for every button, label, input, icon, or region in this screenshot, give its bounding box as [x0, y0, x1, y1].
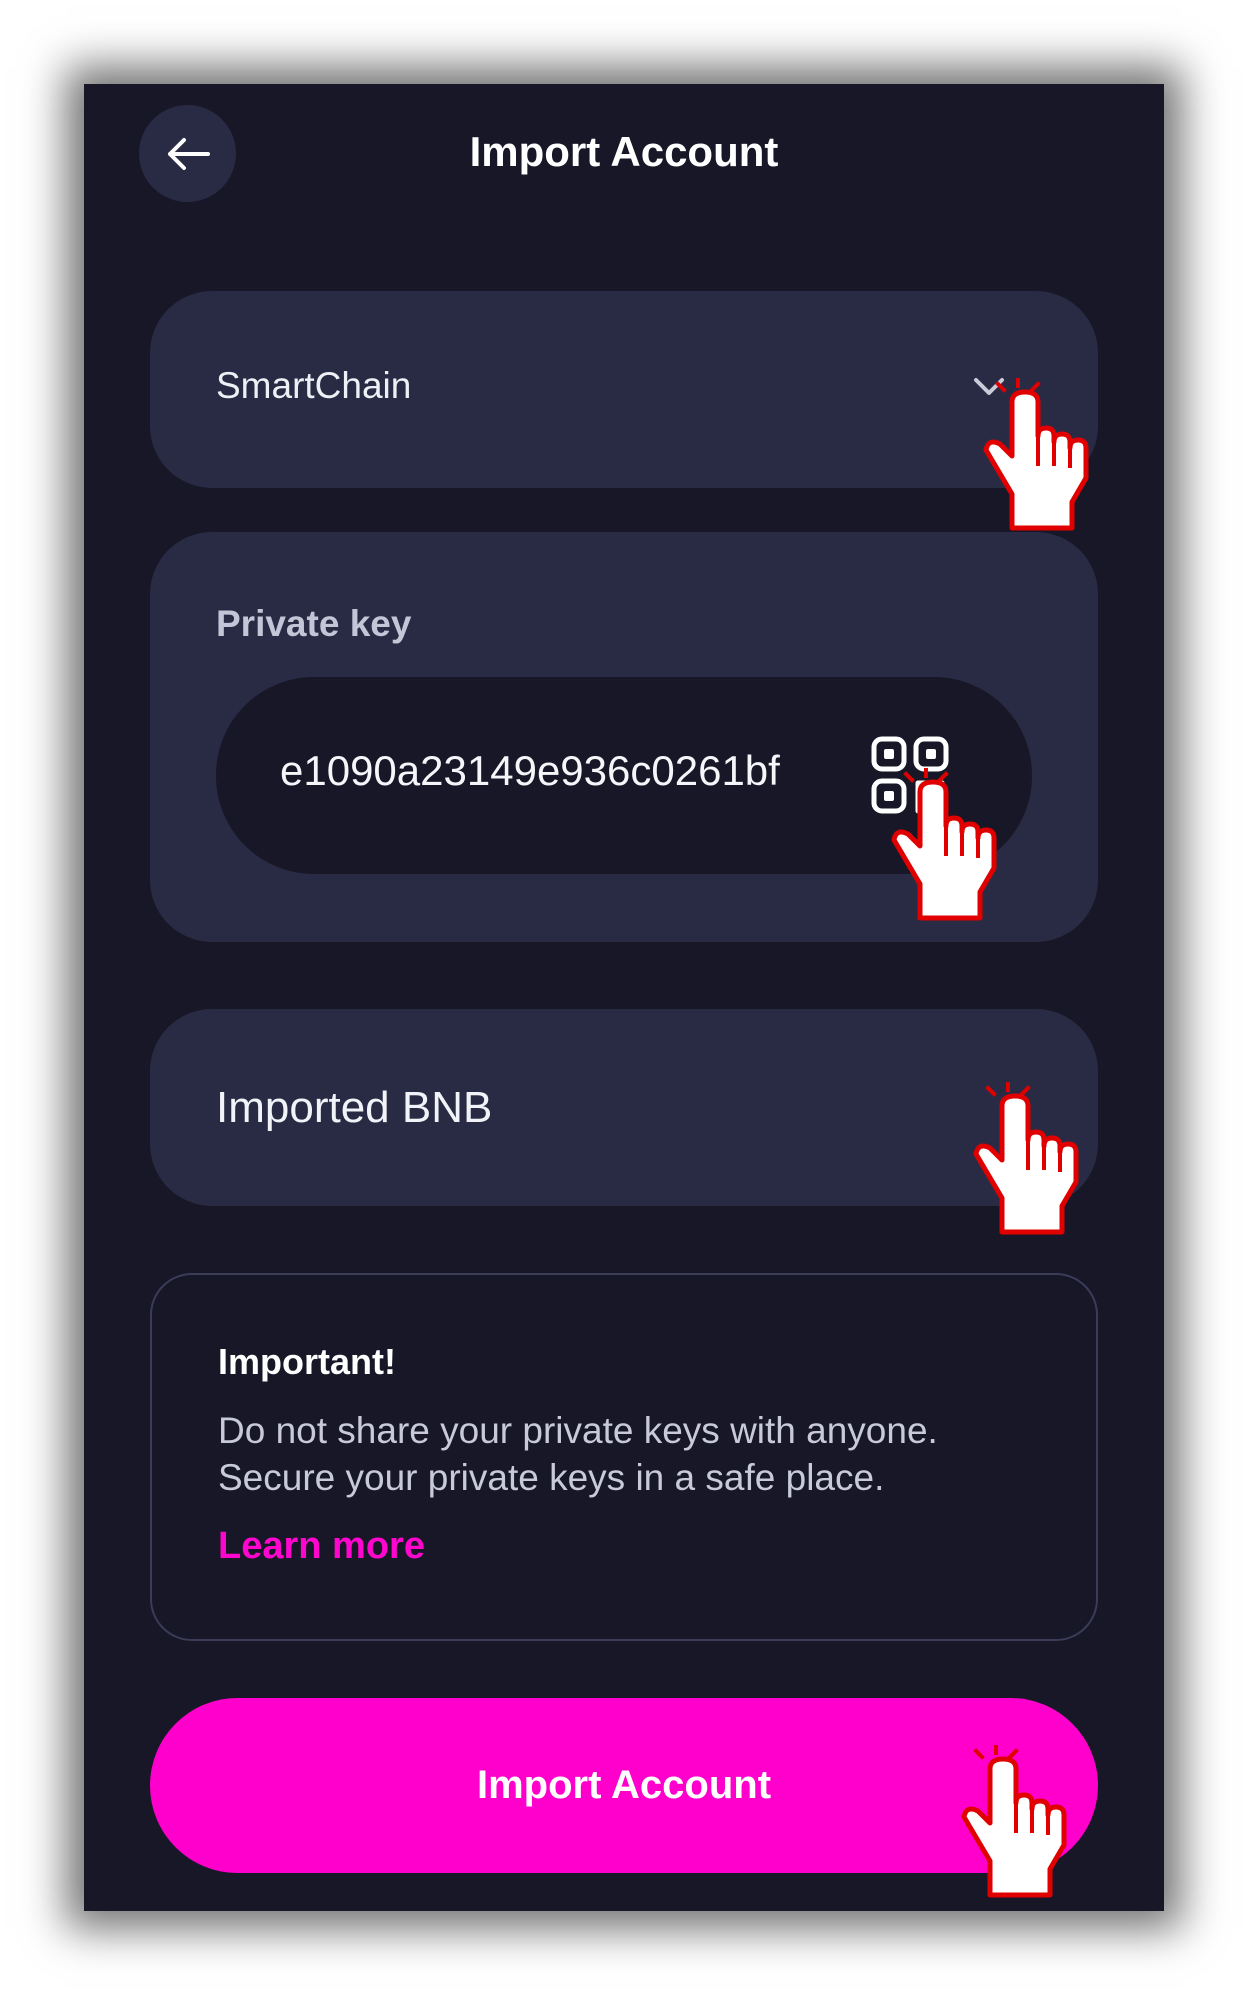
learn-more-link[interactable]: Learn more: [218, 1525, 425, 1568]
chevron-down-icon[interactable]: [973, 377, 1005, 397]
important-notice: Important! Do not share your private key…: [150, 1273, 1098, 1641]
import-account-button[interactable]: Import Account: [150, 1698, 1098, 1873]
private-key-input[interactable]: e1090a23149e936c0261bf: [216, 677, 1032, 874]
import-account-screen: Import Account SmartChain Private key e1…: [84, 84, 1164, 1911]
notice-line-1: Do not share your private keys with anyo…: [218, 1410, 938, 1451]
qr-scan-icon[interactable]: [870, 735, 950, 815]
network-select-value: SmartChain: [216, 365, 412, 406]
notice-title: Important!: [218, 1341, 396, 1382]
page-title: Import Account: [469, 128, 779, 175]
notice-text: Do not share your private keys with anyo…: [218, 1407, 1058, 1501]
notice-line-2: Secure your private keys in a safe place…: [218, 1457, 885, 1498]
account-name-input[interactable]: Imported BNB: [150, 1009, 1098, 1206]
account-name-value: Imported BNB: [216, 1083, 493, 1132]
network-select[interactable]: SmartChain: [150, 291, 1098, 488]
private-key-label: Private key: [216, 603, 412, 644]
private-key-value: e1090a23149e936c0261bf: [280, 747, 780, 794]
private-key-section: Private key e1090a23149e936c0261bf: [150, 532, 1098, 942]
